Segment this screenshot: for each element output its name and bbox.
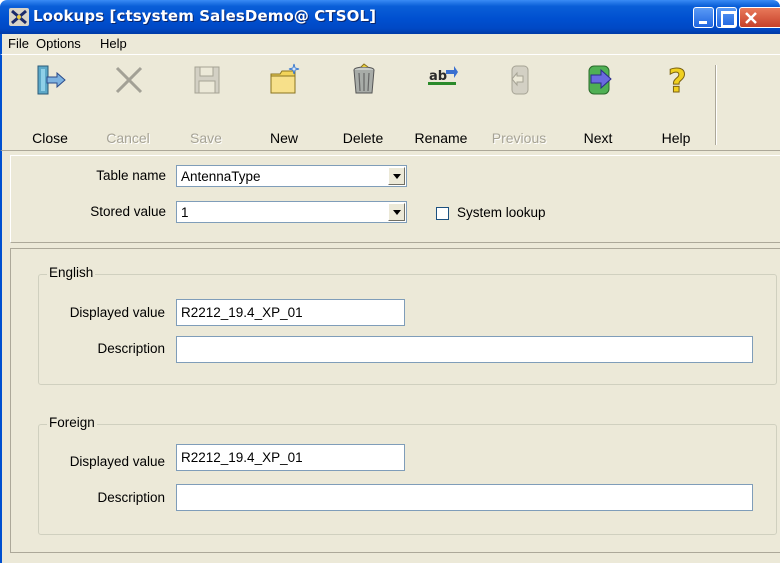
foreign-description-input[interactable]	[176, 484, 753, 511]
foreign-group	[38, 424, 777, 535]
english-displayed-value-label: Displayed value	[69, 305, 165, 320]
foreign-displayed-value-label: Displayed value	[69, 454, 165, 469]
trash-can-icon	[353, 63, 375, 94]
foreign-displayed-value-input[interactable]: R2212_19.4_XP_01	[176, 444, 405, 471]
table-name-select[interactable]: AntennaType	[176, 165, 407, 187]
english-displayed-value-input[interactable]: R2212_19.4_XP_01	[176, 299, 405, 326]
toolbar: Close Cancel Save New Delete ab Rename P…	[0, 54, 780, 151]
app-icon	[9, 8, 29, 26]
menu-file[interactable]: File	[8, 36, 29, 51]
system-lookup-checkbox[interactable]	[436, 207, 449, 220]
close-icon	[745, 12, 757, 24]
menu-bar: File Options Help	[0, 34, 780, 54]
translations-panel: English Displayed value R2212_19.4_XP_01…	[10, 248, 780, 553]
close-button[interactable]: Close	[11, 59, 89, 151]
stored-value-select[interactable]: 1	[176, 201, 407, 223]
chevron-down-icon[interactable]	[388, 203, 405, 221]
cancel-x-icon	[115, 66, 143, 94]
stored-value-value: 1	[181, 205, 189, 220]
foreign-group-legend: Foreign	[47, 415, 97, 430]
svg-text:ab: ab	[429, 69, 447, 84]
next-button[interactable]: Next	[559, 59, 637, 151]
help-button[interactable]: ? Help	[637, 59, 715, 151]
previous-button[interactable]: Previous	[480, 59, 558, 151]
english-description-label: Description	[97, 341, 165, 356]
save-button[interactable]: Save	[167, 59, 245, 151]
floppy-disk-icon	[194, 66, 220, 94]
menu-options[interactable]: Options	[36, 36, 81, 51]
previous-arrow-icon	[511, 65, 529, 95]
stored-value-label: Stored value	[90, 204, 166, 219]
maximize-button[interactable]	[716, 7, 737, 28]
close-window-button[interactable]	[739, 7, 780, 28]
svg-text:?: ?	[668, 62, 687, 98]
toolbar-separator	[715, 65, 717, 145]
lookup-key-panel: Table name AntennaType Stored value 1 Sy…	[10, 155, 780, 243]
new-button[interactable]: New	[245, 59, 323, 151]
chevron-down-icon[interactable]	[388, 167, 405, 185]
next-arrow-icon	[588, 65, 612, 95]
question-mark-icon: ?	[668, 62, 688, 98]
english-group	[38, 274, 777, 385]
english-group-legend: English	[47, 265, 96, 280]
menu-help[interactable]: Help	[100, 36, 127, 51]
foreign-description-label: Description	[97, 490, 165, 505]
system-lookup-label: System lookup	[457, 205, 546, 220]
window-title: Lookups [ctsystem SalesDemo@ CTSOL]	[33, 7, 377, 25]
table-name-label: Table name	[96, 168, 166, 183]
delete-button[interactable]: Delete	[324, 59, 402, 151]
table-name-value: AntennaType	[181, 169, 261, 184]
cancel-button[interactable]: Cancel	[89, 59, 167, 151]
english-description-input[interactable]	[176, 336, 753, 363]
new-folder-icon	[270, 63, 300, 94]
rename-icon: ab	[428, 66, 458, 85]
exit-door-icon	[37, 65, 66, 95]
lookup-form: Table name AntennaType Stored value 1 Sy…	[0, 151, 780, 563]
title-bar[interactable]: Lookups [ctsystem SalesDemo@ CTSOL]	[0, 0, 780, 34]
rename-button[interactable]: ab Rename	[402, 59, 480, 151]
minimize-button[interactable]	[693, 7, 714, 28]
